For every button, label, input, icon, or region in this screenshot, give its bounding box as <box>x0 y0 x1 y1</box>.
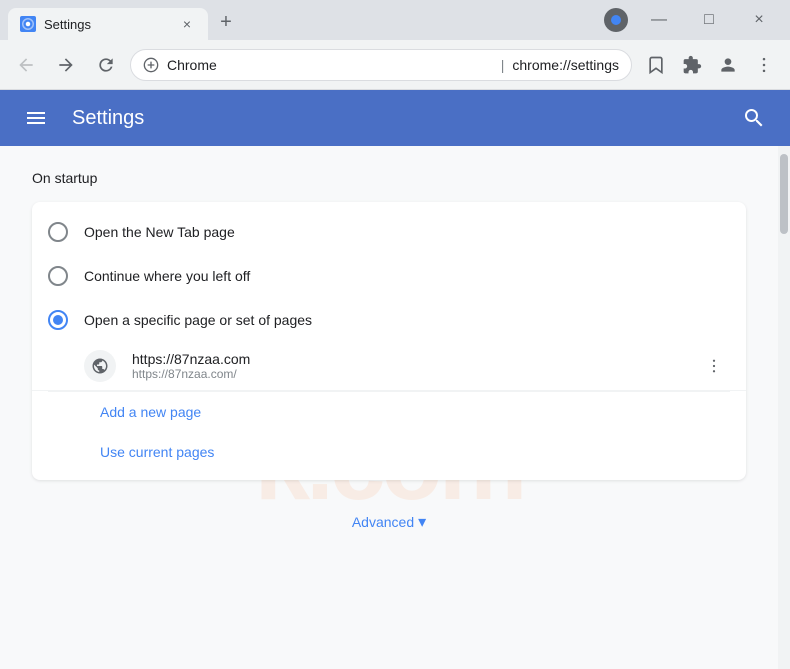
radio-specific-page[interactable] <box>48 310 68 330</box>
option-continue-label: Continue where you left off <box>84 268 250 284</box>
advanced-arrow-icon: ▾ <box>418 512 426 532</box>
maximize-button[interactable]: □ <box>686 4 732 36</box>
more-vert-icon <box>754 55 774 75</box>
option-specific-page-label: Open a specific page or set of pages <box>84 312 312 328</box>
url-site-icon <box>84 350 116 382</box>
settings-header: Settings <box>0 90 790 146</box>
search-icon <box>742 106 766 130</box>
option-specific-page[interactable]: Open a specific page or set of pages <box>32 298 746 342</box>
minimize-button[interactable]: — <box>636 4 682 36</box>
settings-search-button[interactable] <box>734 98 774 138</box>
toolbar-icons <box>640 49 780 81</box>
address-divider: | <box>501 57 505 73</box>
globe-icon <box>91 357 109 375</box>
profile-icon <box>718 55 738 75</box>
active-tab[interactable]: Settings × <box>8 8 208 40</box>
add-page-block: Add a new page <box>32 392 746 432</box>
window-controls: — □ × <box>636 4 782 36</box>
reload-button[interactable] <box>90 49 122 81</box>
url-text-block: https://87nzaa.com https://87nzaa.com/ <box>132 351 698 381</box>
scrollbar-track[interactable] <box>778 146 790 669</box>
forward-button[interactable] <box>50 49 82 81</box>
startup-options-card: Open the New Tab page Continue where you… <box>32 202 746 480</box>
url-primary: https://87nzaa.com <box>132 351 698 367</box>
extensions-button[interactable] <box>676 49 708 81</box>
option-continue[interactable]: Continue where you left off <box>32 254 746 298</box>
bookmark-button[interactable] <box>640 49 672 81</box>
bookmark-icon <box>646 55 666 75</box>
on-startup-label: On startup <box>32 170 746 186</box>
hamburger-icon <box>24 106 48 130</box>
recording-indicator <box>604 8 628 32</box>
settings-content: pck.com On startup Open the New Tab page… <box>0 146 790 669</box>
content-scroll[interactable]: pck.com On startup Open the New Tab page… <box>0 146 778 669</box>
use-current-block: Use current pages <box>32 432 746 472</box>
menu-button[interactable] <box>748 49 780 81</box>
hamburger-button[interactable] <box>16 98 56 138</box>
url-entry: https://87nzaa.com https://87nzaa.com/ <box>32 342 746 391</box>
option-new-tab-label: Open the New Tab page <box>84 224 235 240</box>
site-name: Chrome <box>167 57 493 73</box>
radio-new-tab[interactable] <box>48 222 68 242</box>
tab-favicon <box>20 16 36 32</box>
advanced-label: Advanced <box>352 514 414 530</box>
use-current-pages-link[interactable]: Use current pages <box>84 432 230 472</box>
title-bar: Settings × + — □ × <box>0 0 790 40</box>
advanced-button[interactable]: Advanced ▾ <box>352 512 426 532</box>
puzzle-icon <box>682 55 702 75</box>
profile-button[interactable] <box>712 49 744 81</box>
settings-title: Settings <box>72 107 734 130</box>
close-window-button[interactable]: × <box>736 4 782 36</box>
back-button[interactable] <box>10 49 42 81</box>
back-icon <box>16 55 36 75</box>
url-more-button[interactable] <box>698 350 730 382</box>
tab-title: Settings <box>44 17 170 32</box>
radio-continue[interactable] <box>48 266 68 286</box>
option-new-tab[interactable]: Open the New Tab page <box>32 210 746 254</box>
address-url: chrome://settings <box>512 57 619 73</box>
new-tab-button[interactable]: + <box>212 8 240 36</box>
tab-close-button[interactable]: × <box>178 15 196 33</box>
forward-icon <box>56 55 76 75</box>
browser-window: Settings × + — □ × Chrome <box>0 0 790 669</box>
lock-icon <box>143 57 159 73</box>
tab-bar: Settings × + <box>8 0 604 40</box>
scrollbar-thumb[interactable] <box>780 154 788 234</box>
add-new-page-link[interactable]: Add a new page <box>84 392 217 432</box>
more-vert-url-icon <box>705 357 723 375</box>
advanced-section: Advanced ▾ <box>32 480 746 548</box>
url-secondary: https://87nzaa.com/ <box>132 367 698 381</box>
nav-bar: Chrome | chrome://settings <box>0 40 790 90</box>
address-bar[interactable]: Chrome | chrome://settings <box>130 49 632 81</box>
settings-favicon-icon <box>22 18 34 30</box>
reload-icon <box>96 55 116 75</box>
